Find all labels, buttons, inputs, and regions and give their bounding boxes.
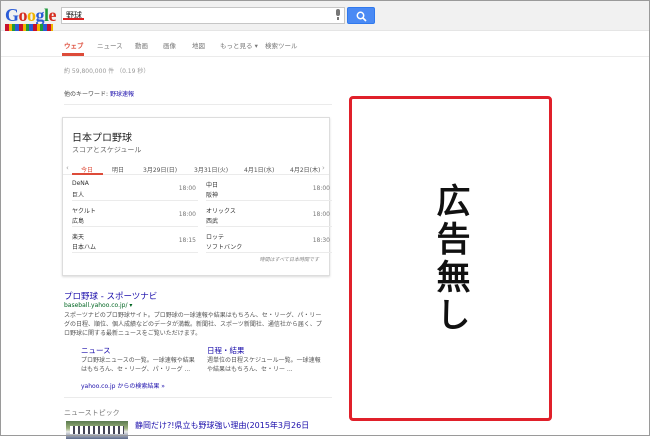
timezone-note: 時間はすべて日本時間です bbox=[259, 257, 319, 263]
team-name: ロッテ bbox=[206, 234, 225, 241]
team-name: DeNA bbox=[72, 180, 89, 187]
tab-videos[interactable]: 動画 bbox=[135, 40, 148, 50]
active-tab-indicator bbox=[62, 53, 84, 56]
team-name: 巨人 bbox=[72, 192, 85, 199]
date-tab[interactable]: 3月31日(火) bbox=[194, 165, 228, 174]
search-input[interactable] bbox=[66, 9, 326, 22]
baseball-schedule-card: 日本プロ野球 スコアとスケジュール ‹ 今日 明日 3月29日(日) 3月31日… bbox=[62, 117, 332, 276]
date-tab[interactable]: 3月29日(日) bbox=[143, 165, 177, 174]
logo-doodle-strip bbox=[5, 24, 53, 31]
card-title: 日本プロ野球 bbox=[72, 133, 132, 144]
magnifier-icon bbox=[356, 11, 367, 22]
result-title-link[interactable]: プロ野球 - スポーツナビ bbox=[64, 290, 157, 302]
team-name: 阪神 bbox=[206, 192, 219, 199]
card-subtitle: スコアとスケジュール bbox=[72, 146, 142, 154]
tab-maps[interactable]: 地図 bbox=[192, 40, 205, 50]
news-topic-heading: ニューストピック bbox=[64, 409, 120, 417]
game-row[interactable]: 中日 阪神 18:00 bbox=[206, 177, 332, 201]
tab-web[interactable]: ウェブ bbox=[64, 40, 84, 50]
result-snippet: スポーツナビのプロ野球サイト。プロ野球の一球速報や結果はもちろん、セ・リーグ、パ… bbox=[64, 312, 322, 337]
game-row[interactable]: オリックス 西武 18:00 bbox=[206, 203, 332, 227]
news-title-link[interactable]: 静岡だけ?!県立も野球強い理由(2015年3月26日 bbox=[135, 420, 309, 431]
game-time: 18:00 bbox=[312, 185, 330, 192]
team-name: 中日 bbox=[206, 182, 219, 189]
team-name: 楽天 bbox=[72, 234, 85, 241]
game-row[interactable]: 楽天 日本ハム 18:15 bbox=[72, 229, 198, 253]
microphone-icon[interactable] bbox=[334, 9, 342, 21]
team-name: オリックス bbox=[206, 208, 236, 215]
date-tab[interactable]: 4月1日(水) bbox=[244, 165, 274, 174]
tab-more[interactable]: もっと見る ▾ bbox=[220, 40, 258, 50]
game-row[interactable]: ロッテ ソフトバンク 18:30 bbox=[206, 229, 332, 253]
team-name: ソフトバンク bbox=[206, 244, 243, 251]
game-time: 18:00 bbox=[312, 211, 330, 218]
tab-search-tools[interactable]: 検索ツール bbox=[265, 40, 298, 50]
game-time: 18:15 bbox=[178, 237, 196, 244]
no-ads-annotation-box: 広告無し bbox=[349, 96, 552, 421]
tab-news[interactable]: ニュース bbox=[97, 40, 123, 50]
divider bbox=[64, 104, 332, 105]
search-button[interactable] bbox=[347, 7, 375, 24]
query-underline bbox=[63, 18, 84, 20]
google-logo[interactable]: Google bbox=[5, 5, 57, 26]
result-url[interactable]: baseball.yahoo.co.jp/ ▾ bbox=[64, 302, 132, 309]
search-tabs: ウェブ ニュース 動画 画像 地図 もっと見る ▾ 検索ツール bbox=[0, 31, 650, 57]
chevron-right-icon[interactable]: › bbox=[322, 164, 325, 172]
date-tab-tomorrow[interactable]: 明日 bbox=[112, 165, 124, 174]
active-date-indicator bbox=[72, 173, 103, 175]
game-row[interactable]: DeNA 巨人 18:00 bbox=[72, 177, 198, 201]
game-row[interactable]: ヤクルト 広島 18:00 bbox=[72, 203, 198, 227]
related-label: 他のキーワード: bbox=[64, 91, 109, 98]
team-name: ヤクルト bbox=[72, 208, 96, 215]
team-name: 日本ハム bbox=[72, 244, 97, 251]
date-tab[interactable]: 4月2日(木) bbox=[290, 165, 320, 174]
game-time: 18:00 bbox=[178, 185, 196, 192]
search-box[interactable] bbox=[61, 7, 345, 24]
game-time: 18:30 bbox=[312, 237, 330, 244]
team-name: 西武 bbox=[206, 218, 219, 225]
result-stats: 約 59,800,000 件 （0.19 秒） bbox=[64, 68, 150, 75]
chevron-left-icon[interactable]: ‹ bbox=[66, 164, 69, 172]
team-name: 広島 bbox=[72, 218, 85, 225]
related-keywords: 他のキーワード: 野球速報 bbox=[64, 89, 134, 98]
more-results-link[interactable]: yahoo.co.jp からの検索結果 » bbox=[81, 381, 165, 390]
game-time: 18:00 bbox=[178, 211, 196, 218]
sitelink-desc: 週単位の日程スケジュール一覧。一球速報や結果はもちろん、セ・リー ... bbox=[207, 357, 321, 373]
news-thumbnail[interactable] bbox=[66, 421, 128, 439]
header-bar: Google bbox=[0, 0, 650, 31]
divider bbox=[64, 397, 332, 398]
sitelink-schedule[interactable]: 日程・結果 bbox=[207, 345, 245, 356]
related-link[interactable]: 野球速報 bbox=[110, 91, 134, 98]
sitelink-desc: プロ野球ニュースの一覧。一球速報や結果はもちろん、セ・リーグ、パ・リーグ ... bbox=[81, 357, 195, 373]
tab-images[interactable]: 画像 bbox=[163, 40, 176, 50]
no-ads-text: 広告無し bbox=[430, 182, 470, 335]
sitelink-news[interactable]: ニュース bbox=[81, 345, 111, 356]
